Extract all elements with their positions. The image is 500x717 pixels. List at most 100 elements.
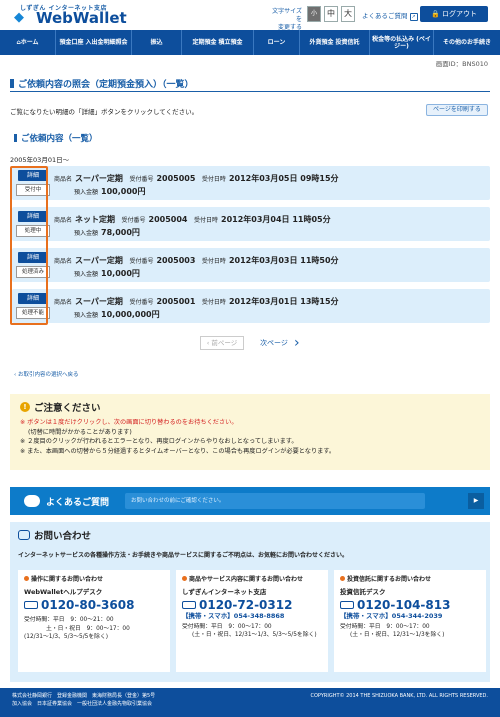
freedial-icon	[340, 601, 354, 609]
freedial-icon	[24, 601, 38, 609]
bullet-icon	[340, 576, 345, 581]
telephone-icon	[18, 530, 30, 540]
faq-search-input[interactable]: お問い合わせの前にご確認ください。	[125, 493, 426, 509]
subtitle-marker-icon	[14, 134, 17, 142]
status-badge: 処理中	[16, 225, 50, 237]
row-line-2: 預入金額 10,000,000円	[74, 310, 160, 319]
chevron-right-icon: ›	[294, 335, 300, 351]
global-nav: ⌂ ホーム 預金口座 入出金明細照会 振込 定期預金 積立預金 ローン 外貨預金 …	[0, 30, 500, 55]
title-marker-icon	[10, 79, 14, 88]
font-size-large-button[interactable]: 大	[341, 6, 355, 22]
back-link[interactable]: ‹ お取引内容の選択へ戻る	[14, 370, 78, 378]
faq-go-button[interactable]: ▶	[468, 493, 484, 509]
bullet-icon	[24, 576, 29, 581]
contact-description: インターネットサービスの各種操作方法・お手続きや商品サービスに関するご不明点は、…	[18, 552, 349, 559]
card-hours-1: 受付時間：平日 9：00～17：00	[340, 623, 430, 630]
row-line-1: 商品名 スーパー定期 受付番号 2005001 受付日時 2012年03月01日 13…	[54, 297, 339, 306]
contact-title: お問い合わせ	[18, 528, 482, 542]
logo-text: WebWallet	[36, 9, 127, 27]
wallet-logo-icon: ◆	[14, 10, 24, 25]
detail-button[interactable]: 詳細	[18, 252, 48, 263]
status-badge: 処理不能	[16, 307, 50, 319]
page-description: ご覧になりたい明細の「詳細」ボタンをクリックしてください。	[10, 108, 199, 116]
freedial-number[interactable]: 0120-72-0312	[182, 598, 322, 612]
freedial-number[interactable]: 0120-80-3608	[24, 598, 164, 612]
pager: ‹ 前ページ 次ページ ›	[200, 336, 300, 350]
mobile-number[interactable]: 【携帯・スマホ】054-344-2039	[340, 612, 480, 621]
notice-line-1b: (切替に時間がかかることがあります)	[28, 428, 132, 436]
faq-header-link[interactable]: よくあるご質問 ↗	[362, 10, 418, 21]
row-line-1: 商品名 スーパー定期 受付番号 2005003 受付日時 2012年03月03日 11…	[54, 256, 339, 265]
card-hours-2: (土・日・祝日、12/31～1/3を除く)	[350, 632, 445, 638]
logout-button[interactable]: 🔒 ログアウト	[420, 6, 488, 22]
contact-card: 投資信託に関するお問い合わせ 投資信託デスク 0120-104-813 【携帯・…	[334, 570, 486, 672]
header: しずぎん インターネット支店 ◆ WebWallet 文字サイズを 変更する 小 中…	[0, 0, 500, 31]
play-arrow-icon: ▶	[473, 497, 479, 504]
detail-button[interactable]: 詳細	[18, 211, 48, 222]
speech-bubble-icon	[24, 495, 40, 507]
print-page-button[interactable]: ページを印刷する	[426, 104, 488, 116]
row-line-1: 商品名 ネット定期 受付番号 2005004 受付日時 2012年03月04日 11時…	[54, 215, 331, 224]
nav-transfer[interactable]: 振込	[132, 30, 182, 55]
table-row: 詳細 処理済み 商品名 スーパー定期 受付番号 2005003 受付日時 2012年0…	[12, 248, 490, 282]
page-title: ご依頼内容の照会（定期預金預入）（一覧）	[10, 76, 490, 92]
date-since: 2005年03月01日～	[10, 156, 70, 164]
card-hours-1: 受付時間：平日 9：00～21：00	[24, 617, 114, 623]
table-row: 詳細 処理不能 商品名 スーパー定期 受付番号 2005001 受付日時 2012年0…	[12, 289, 490, 323]
screen-id: 画面ID：BNS010	[435, 60, 488, 68]
font-size-label: 文字サイズを 変更する	[272, 8, 302, 31]
nav-deposit-inquiry[interactable]: 預金口座 入出金明細照会	[56, 30, 132, 55]
footer-line-2: 加入協会 日本証券業協会 一般社団法人金融先物取引業協会	[12, 701, 153, 707]
faq-title: よくあるご質問	[46, 497, 110, 508]
list-title: ご依頼内容（一覧）	[14, 132, 98, 144]
card-heading: 操作に関するお問い合わせ	[24, 576, 164, 585]
nav-time-deposit[interactable]: 定期預金 積立預金	[182, 30, 254, 55]
notice-line-2: ※ ２度目のクリックが行われるとエラーとなり、再度ログインからやりなおしとなって…	[20, 438, 298, 445]
notice-line-3: ※ また、本画面への切替から５分経過するとタイムオーバーとなり、この場合も再度ロ…	[20, 447, 336, 455]
font-size-small-button[interactable]: 小	[307, 6, 321, 22]
notice-line-1: ※ ボタンは１度だけクリックし、次の画面に切り替わるのをお待ちください。	[20, 419, 238, 426]
logo[interactable]: ◆ WebWallet	[14, 9, 127, 27]
next-page-button[interactable]: 次ページ	[254, 336, 294, 350]
card-desk: 投資信託デスク	[340, 587, 386, 596]
card-heading: 商品やサービス内容に関するお問い合わせ	[182, 576, 322, 585]
detail-button[interactable]: 詳細	[18, 293, 48, 304]
row-line-2: 預入金額 10,000円	[74, 269, 140, 278]
row-line-2: 預入金額 100,000円	[74, 187, 146, 196]
nav-home[interactable]: ⌂ ホーム	[0, 30, 56, 55]
card-hours-1: 受付時間：平日 9：00～17：00	[182, 623, 272, 630]
external-link-icon: ↗	[409, 13, 418, 21]
nav-other[interactable]: その他のお手続き	[434, 30, 500, 55]
row-line-2: 預入金額 78,000円	[74, 228, 140, 237]
chevron-left-icon: ‹	[206, 339, 210, 347]
mobile-number[interactable]: 【携帯・スマホ】054-348-8868	[182, 612, 322, 621]
card-hours-3: (12/31～1/3、5/3～5/5を除く)	[24, 634, 108, 640]
warning-icon: !	[20, 402, 30, 412]
table-row: 詳細 処理中 商品名 ネット定期 受付番号 2005004 受付日時 2012年03月…	[12, 207, 490, 241]
prev-page-button[interactable]: ‹ 前ページ	[200, 336, 244, 350]
table-row: 詳細 受付中 商品名 スーパー定期 受付番号 2005005 受付日時 2012年03…	[12, 166, 490, 200]
faq-bar: よくあるご質問 お問い合わせの前にご確認ください。 ▶	[10, 487, 490, 515]
bullet-icon	[182, 576, 187, 581]
nav-tax-payment[interactable]: 税金等の払込み (ペイジー)	[370, 30, 434, 55]
nav-foreign-currency[interactable]: 外貨預金 投資信託	[300, 30, 370, 55]
contact-card: 操作に関するお問い合わせ WebWalletヘルプデスク 0120-80-360…	[18, 570, 170, 672]
freedial-number[interactable]: 0120-104-813	[340, 598, 480, 612]
card-desk: しずぎんインターネット支店	[182, 587, 267, 596]
copyright: COPYRIGHT© 2014 THE SHIZUOKA BANK, LTD. …	[310, 693, 488, 699]
notice-box: ! ご注意ください ※ ボタンは１度だけクリックし、次の画面に切り替わるのをお待ち…	[10, 394, 490, 470]
row-line-1: 商品名 スーパー定期 受付番号 2005005 受付日時 2012年03月05日 09…	[54, 174, 339, 183]
status-badge: 処理済み	[16, 266, 50, 278]
contact-section: お問い合わせ インターネットサービスの各種操作方法・お手続きや商品サービスに関す…	[10, 522, 490, 682]
contact-card: 商品やサービス内容に関するお問い合わせ しずぎんインターネット支店 0120-7…	[176, 570, 328, 672]
card-hours-2: (土・日・祝日、12/31～1/3、5/3～5/5を除く)	[192, 632, 317, 638]
freedial-icon	[182, 601, 196, 609]
detail-button[interactable]: 詳細	[18, 170, 48, 181]
font-size-medium-button[interactable]: 中	[324, 6, 338, 22]
footer: 株式会社静岡銀行 登録金融機関 東海財務局長（登金）第5号 加入協会 日本証券業…	[0, 688, 500, 717]
status-badge: 受付中	[16, 184, 50, 196]
lock-icon: 🔒	[431, 10, 440, 18]
nav-loan[interactable]: ローン	[254, 30, 300, 55]
card-heading: 投資信託に関するお問い合わせ	[340, 576, 480, 585]
card-hours-2: 土・日・祝日 9：00～17：00	[46, 625, 130, 632]
